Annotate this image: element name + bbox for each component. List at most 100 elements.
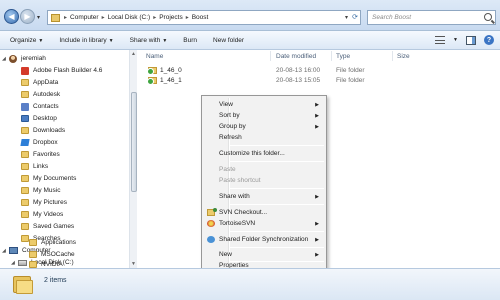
menu-item-shared-folder-sync[interactable]: Shared Folder Synchronization ▶ xyxy=(204,234,324,245)
menu-item-label: Paste shortcut xyxy=(219,177,261,184)
file-name: 1_46_1 xyxy=(160,76,182,84)
nav-item-label: jeremiah xyxy=(21,55,46,62)
menu-item-group-by[interactable]: Group by ▶ xyxy=(204,121,324,132)
submenu-arrow-icon: ▶ xyxy=(315,101,319,108)
change-view-icon[interactable] xyxy=(435,36,446,44)
menu-separator xyxy=(230,204,324,205)
scrollbar-thumb[interactable] xyxy=(131,92,137,192)
nav-item-jeremiah[interactable]: ◢ jeremiah xyxy=(2,53,46,64)
breadcrumb-projects[interactable]: Projects xyxy=(157,14,184,21)
nav-item-desktop[interactable]: Desktop xyxy=(21,113,57,124)
back-arrow-icon: ◀ xyxy=(8,12,15,21)
nav-item-msocache[interactable]: MSOCache xyxy=(29,249,75,260)
nav-item-links[interactable]: Links xyxy=(21,161,48,172)
documents-icon xyxy=(21,175,29,182)
collapse-icon[interactable]: ◢ xyxy=(2,248,7,254)
nav-item-my-videos[interactable]: My Videos xyxy=(21,209,63,220)
address-dropdown-icon[interactable]: ▾ xyxy=(345,14,348,21)
menu-item-share-with[interactable]: Share with ▶ xyxy=(204,191,324,202)
menu-item-label: Share with xyxy=(219,193,250,200)
chevron-down-icon[interactable]: ▼ xyxy=(453,37,458,43)
nav-item-dropbox[interactable]: Dropbox xyxy=(20,137,58,148)
nav-item-appdata[interactable]: AppData xyxy=(21,77,58,88)
help-icon[interactable]: ? xyxy=(484,35,494,45)
folder-icon xyxy=(51,13,60,22)
breadcrumb[interactable]: ▸ Computer ▸ Local Disk (C:) ▸ Projects … xyxy=(47,10,361,25)
favorites-icon xyxy=(21,151,29,158)
nav-item-label: Dropbox xyxy=(33,139,58,146)
sync-icon xyxy=(207,236,215,243)
nav-item-label: Desktop xyxy=(33,115,57,122)
nav-item-applications[interactable]: Applications xyxy=(29,237,76,248)
column-header-name[interactable]: Name xyxy=(146,50,163,62)
column-divider[interactable] xyxy=(270,51,271,61)
nav-item-nvidia[interactable]: NVIDIA xyxy=(29,260,63,268)
collapse-icon[interactable]: ◢ xyxy=(2,56,7,62)
nav-item-saved-games[interactable]: Saved Games xyxy=(21,221,74,232)
menu-item-label: View xyxy=(219,101,233,108)
share-with-button[interactable]: Share with ▼ xyxy=(130,37,168,44)
saved-games-icon xyxy=(21,223,29,230)
nav-item-my-pictures[interactable]: My Pictures xyxy=(21,197,67,208)
folder-icon xyxy=(29,260,37,268)
nav-item-autodesk[interactable]: Autodesk xyxy=(21,89,60,100)
forward-button[interactable]: ▶ xyxy=(20,9,35,24)
table-row[interactable]: 1_46_1 20-08-13 15:05 File folder xyxy=(147,75,488,85)
dropbox-icon xyxy=(20,139,30,146)
address-bar-area: ◀ ▶ ▾ ▸ Computer ▸ Local Disk (C:) ▸ Pro… xyxy=(0,0,500,31)
table-row[interactable]: 1_46_0 20-08-13 16:00 File folder xyxy=(147,65,488,75)
nav-item-downloads[interactable]: Downloads xyxy=(21,125,65,136)
include-in-library-button[interactable]: Include in library ▼ xyxy=(59,37,113,44)
downloads-icon xyxy=(21,127,29,134)
new-folder-button[interactable]: New folder xyxy=(213,37,244,44)
column-divider[interactable] xyxy=(392,51,393,61)
breadcrumb-local-disk[interactable]: Local Disk (C:) xyxy=(106,14,153,21)
menu-item-label: Customize this folder... xyxy=(219,150,285,157)
nav-item-adobe-flash-builder[interactable]: Adobe Flash Builder 4.6 xyxy=(21,65,102,76)
breadcrumb-computer[interactable]: Computer xyxy=(68,14,101,21)
menu-separator xyxy=(230,231,324,232)
menu-item-view[interactable]: View ▶ xyxy=(204,99,324,110)
column-divider[interactable] xyxy=(331,51,332,61)
menu-item-tortoisesvn[interactable]: TortoiseSVN ▶ xyxy=(204,218,324,229)
preview-pane-icon[interactable] xyxy=(466,35,476,45)
menu-item-paste-shortcut: Paste shortcut xyxy=(204,175,324,186)
nav-item-label: AppData xyxy=(33,79,59,86)
menu-item-customize-folder[interactable]: Customize this folder... xyxy=(204,148,324,159)
nav-scrollbar[interactable]: ▲ ▼ xyxy=(129,50,137,268)
burn-button[interactable]: Burn xyxy=(183,37,197,44)
nav-item-label: Applications xyxy=(41,239,77,246)
nav-item-label: Links xyxy=(33,163,49,170)
nav-item-label: Downloads xyxy=(33,127,66,134)
command-bar: Organize ▼ Include in library ▼ Share with… xyxy=(0,31,500,50)
menu-item-refresh[interactable]: Refresh xyxy=(204,132,324,143)
column-header-size[interactable]: Size xyxy=(397,50,410,62)
include-in-library-label: Include in library xyxy=(59,36,107,44)
nav-item-contacts[interactable]: Contacts xyxy=(21,101,59,112)
chevron-down-icon: ▼ xyxy=(162,37,168,44)
nav-item-label: Adobe Flash Builder 4.6 xyxy=(33,67,103,74)
scroll-down-icon[interactable]: ▼ xyxy=(131,261,136,267)
scroll-up-icon[interactable]: ▲ xyxy=(131,51,136,57)
menu-item-new[interactable]: New ▶ xyxy=(204,249,324,260)
nav-item-label: MSOCache xyxy=(41,251,75,258)
search-input[interactable]: Search Boost xyxy=(367,10,496,25)
breadcrumb-boost[interactable]: Boost xyxy=(190,14,211,21)
menu-item-label: New xyxy=(219,251,233,258)
nav-item-favorites[interactable]: Favorites xyxy=(21,149,60,160)
nav-item-my-music[interactable]: My Music xyxy=(21,185,60,196)
nav-item-my-documents[interactable]: My Documents xyxy=(21,173,76,184)
column-header-date[interactable]: Date modified xyxy=(276,50,316,62)
column-header-type[interactable]: Type xyxy=(336,50,350,62)
organize-button[interactable]: Organize ▼ xyxy=(10,37,43,44)
folder-icon xyxy=(21,91,29,98)
recent-pages-dropdown[interactable]: ▾ xyxy=(37,14,40,21)
menu-item-sort-by[interactable]: Sort by ▶ xyxy=(204,110,324,121)
nav-item-label: My Pictures xyxy=(33,199,67,206)
search-icon[interactable] xyxy=(484,13,492,21)
back-button[interactable]: ◀ xyxy=(4,9,19,24)
submenu-arrow-icon: ▶ xyxy=(315,112,319,119)
refresh-icon[interactable]: ⟳ xyxy=(352,13,358,21)
file-type: File folder xyxy=(336,66,365,74)
menu-item-svn-checkout[interactable]: SVN Checkout... xyxy=(204,207,324,218)
